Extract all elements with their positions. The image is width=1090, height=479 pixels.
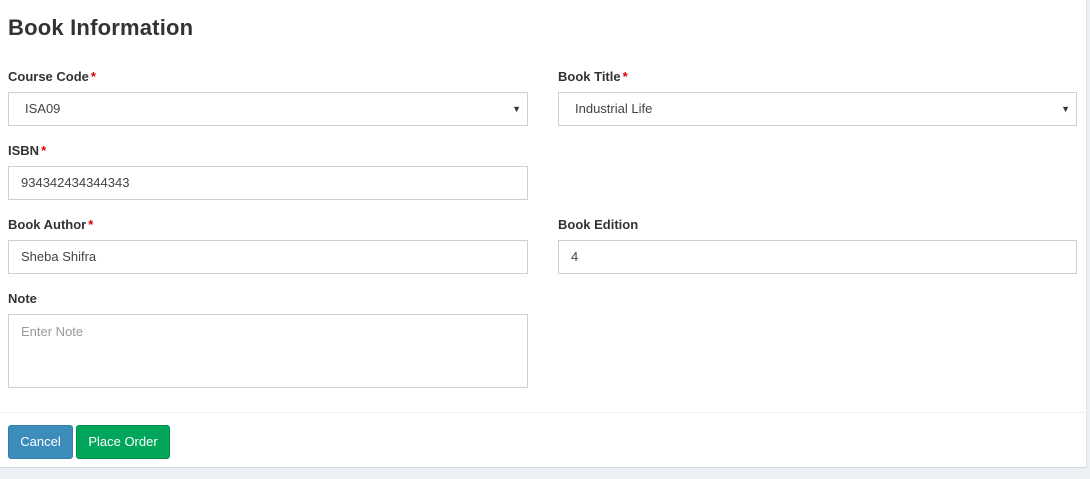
note-textarea[interactable]: Enter Note — [8, 314, 528, 388]
isbn-value: 934342434344343 — [21, 175, 130, 190]
book-edition-label-text: Book Edition — [558, 217, 639, 232]
course-code-label-text: Course Code — [8, 69, 89, 84]
note-label: Note — [8, 291, 37, 306]
note-label-text: Note — [8, 291, 37, 306]
course-code-value: ISA09 — [25, 101, 61, 116]
cancel-button[interactable]: Cancel — [8, 425, 73, 459]
book-title-label: Book Title * — [558, 69, 628, 84]
caret-down-icon: ▼ — [512, 104, 521, 114]
book-author-value: Sheba Shifra — [21, 249, 97, 264]
book-edition-input[interactable]: 4 — [558, 240, 1077, 274]
course-code-select[interactable]: ISA09 ▼ — [8, 92, 528, 126]
book-title-value: Industrial Life — [575, 101, 653, 116]
book-information-panel: Book Information Course Code * ISA09 ▼ Bo… — [0, 0, 1087, 468]
required-mark: * — [41, 143, 47, 158]
isbn-input[interactable]: 934342434344343 — [8, 166, 528, 200]
required-mark: * — [88, 217, 94, 232]
book-author-label-text: Book Author — [8, 217, 87, 232]
book-author-label: Book Author * — [8, 217, 93, 232]
book-author-input[interactable]: Sheba Shifra — [8, 240, 528, 274]
book-edition-value: 4 — [571, 249, 579, 264]
caret-down-icon: ▼ — [1061, 104, 1070, 114]
note-placeholder: Enter Note — [21, 324, 84, 339]
required-mark: * — [90, 69, 96, 84]
isbn-label: ISBN * — [8, 143, 46, 158]
required-mark: * — [622, 69, 628, 84]
book-title-label-text: Book Title — [558, 69, 621, 84]
isbn-label-text: ISBN — [8, 143, 40, 158]
book-edition-label: Book Edition — [558, 217, 638, 232]
page-title: Book Information — [8, 15, 194, 40]
form-footer: Cancel Place Order — [0, 412, 1087, 468]
course-code-label: Course Code * — [8, 69, 96, 84]
book-title-select[interactable]: Industrial Life ▼ — [558, 92, 1077, 126]
place-order-button[interactable]: Place Order — [76, 425, 170, 459]
